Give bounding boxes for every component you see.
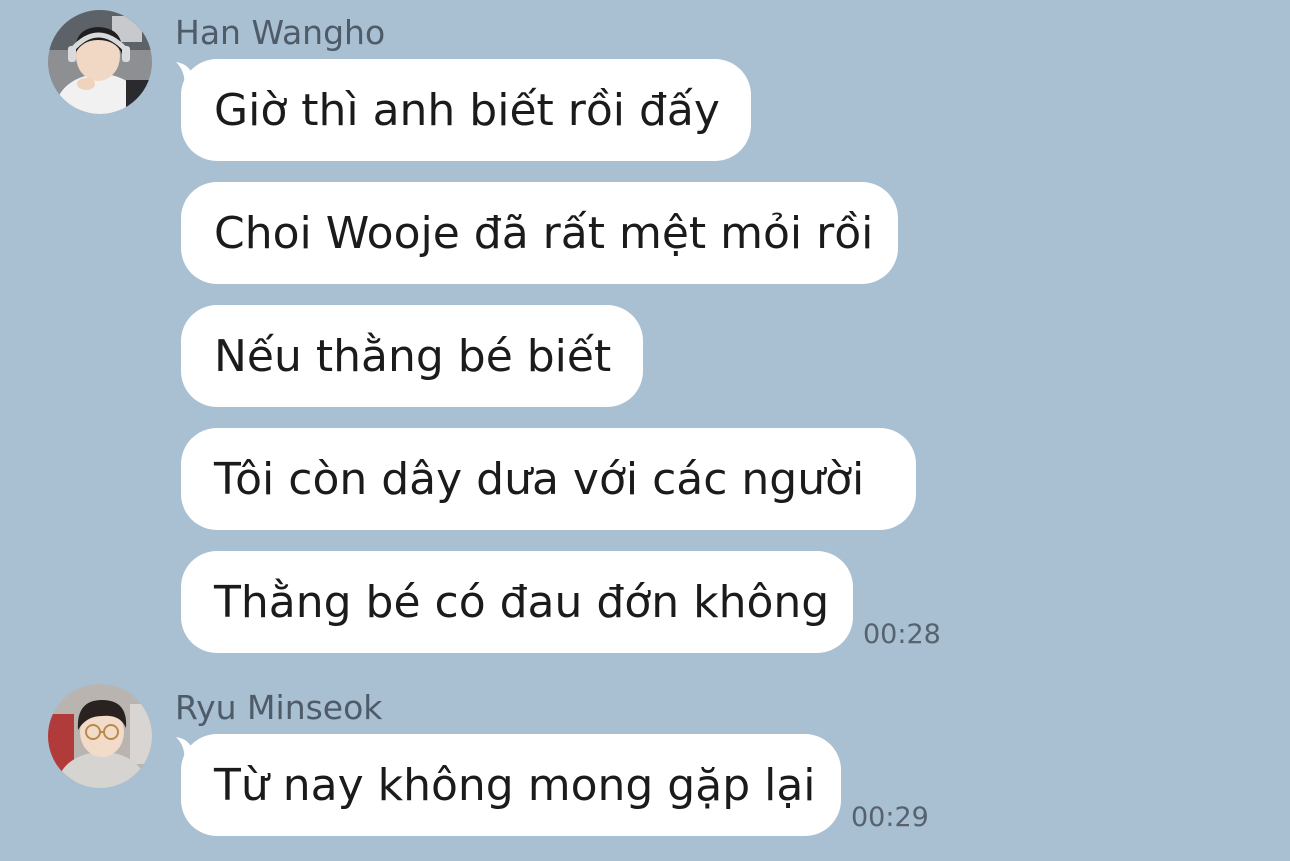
message-bubble[interactable]: Thằng bé có đau đớn không — [181, 551, 853, 653]
message-bubble[interactable]: Nếu thằng bé biết — [181, 305, 643, 407]
sender-name: Han Wangho — [175, 13, 386, 52]
chat-view: Han Wangho Giờ thì anh biết rồi đấy Choi… — [0, 0, 1290, 861]
message-bubble[interactable]: Tôi còn dây dưa với các người — [181, 428, 916, 530]
user-avatar-icon — [48, 10, 152, 114]
avatar-han-wangho[interactable] — [48, 10, 152, 114]
user-avatar-icon — [48, 684, 152, 788]
message-bubble[interactable]: Từ nay không mong gặp lại — [181, 734, 841, 836]
sender-name: Ryu Minseok — [175, 688, 383, 727]
avatar-ryu-minseok[interactable] — [48, 684, 152, 788]
message-timestamp: 00:28 — [863, 619, 941, 650]
message-timestamp: 00:29 — [851, 802, 929, 833]
message-bubble[interactable]: Choi Wooje đã rất mệt mỏi rồi — [181, 182, 898, 284]
message-bubble[interactable]: Giờ thì anh biết rồi đấy — [181, 59, 751, 161]
